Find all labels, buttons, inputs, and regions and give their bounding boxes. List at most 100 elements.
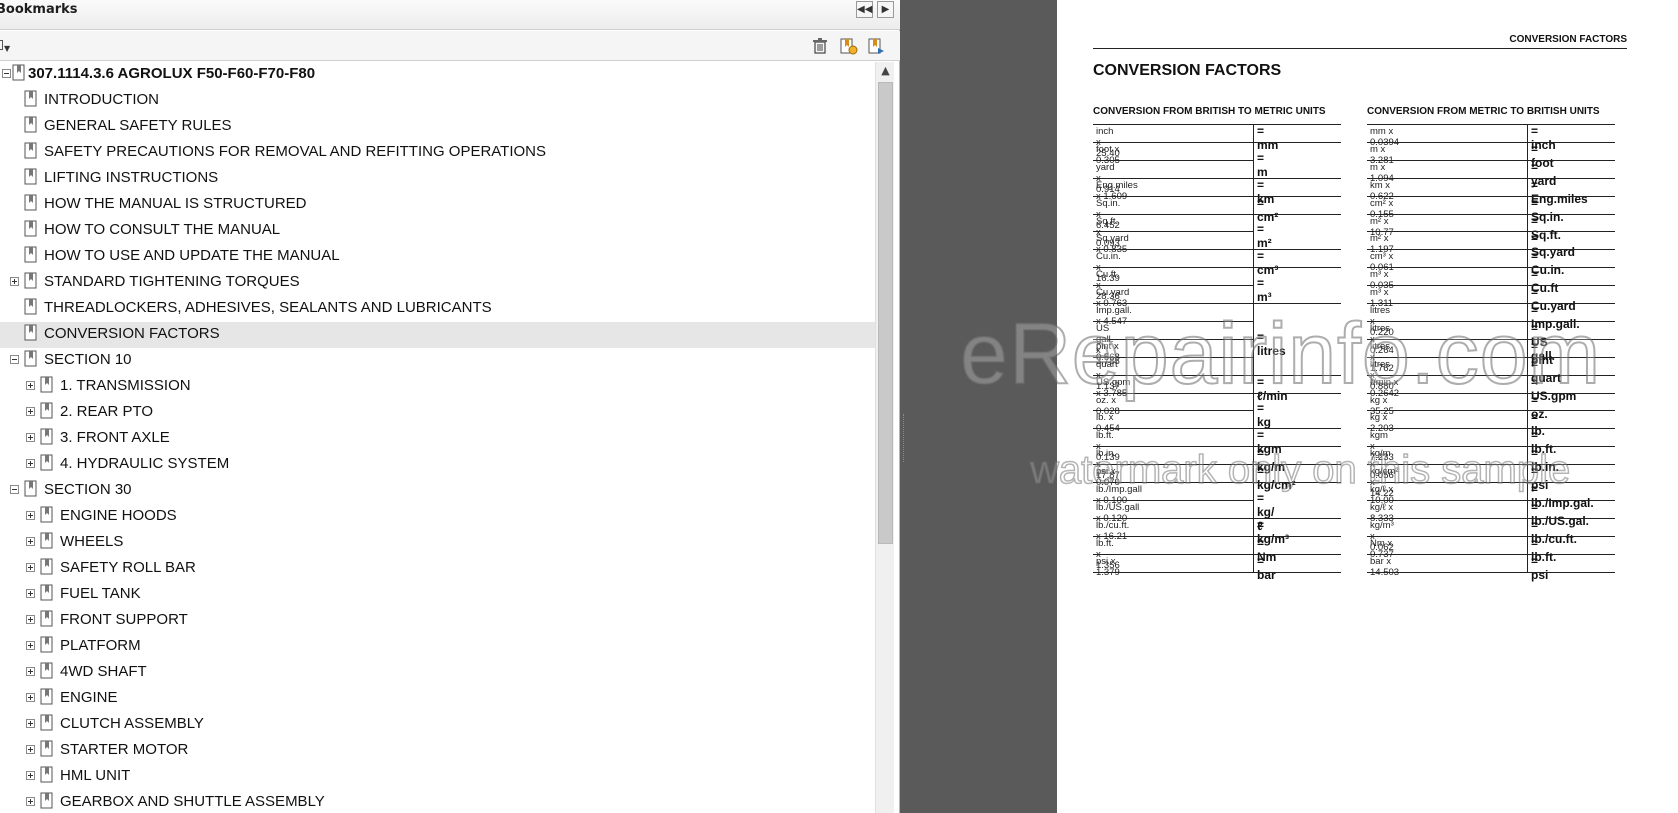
row-rule bbox=[1367, 285, 1527, 287]
bookmark-label: THREADLOCKERS, ADHESIVES, SEALANTS AND L… bbox=[44, 299, 492, 316]
result-unit-cell: = cm² bbox=[1257, 195, 1279, 224]
bookmark-row[interactable]: CLUTCH ASSEMBLY bbox=[0, 712, 875, 738]
bookmark-label: GENERAL SAFETY RULES bbox=[44, 117, 232, 134]
bookmark-row[interactable]: WHEELS bbox=[0, 530, 875, 556]
bookmark-row[interactable]: INTRODUCTION bbox=[0, 88, 875, 114]
expand-plus-icon[interactable] bbox=[10, 277, 19, 286]
result-rule bbox=[1527, 571, 1615, 573]
bookmark-icon bbox=[24, 480, 38, 498]
row-rule bbox=[1367, 499, 1527, 501]
row-rule bbox=[1093, 553, 1253, 555]
row-rule bbox=[1093, 499, 1253, 501]
bookmark-row[interactable]: GENERAL SAFETY RULES bbox=[0, 114, 875, 140]
bookmark-row[interactable]: SECTION 30 bbox=[0, 478, 875, 504]
bookmark-row[interactable]: GEARBOX AND SHUTTLE ASSEMBLY bbox=[0, 790, 875, 813]
expand-plus-icon[interactable] bbox=[26, 407, 35, 416]
expand-plus-icon[interactable] bbox=[26, 797, 35, 806]
bookmark-label: ENGINE HOODS bbox=[60, 507, 177, 524]
bookmark-row[interactable]: ENGINE HOODS bbox=[0, 504, 875, 530]
bookmark-row[interactable]: 2. REAR PTO bbox=[0, 400, 875, 426]
expand-plus-icon[interactable] bbox=[26, 381, 35, 390]
bookmark-icon bbox=[40, 740, 54, 758]
row-rule bbox=[1093, 267, 1253, 269]
expand-plus-icon[interactable] bbox=[26, 667, 35, 676]
bookmark-icon bbox=[24, 90, 38, 108]
collapse-minus-icon[interactable] bbox=[10, 355, 19, 364]
bookmark-row[interactable]: HOW TO CONSULT THE MANUAL bbox=[0, 218, 875, 244]
expand-plus-icon[interactable] bbox=[26, 433, 35, 442]
collapse-minus-icon[interactable] bbox=[2, 69, 11, 78]
bookmark-row[interactable]: 4WD SHAFT bbox=[0, 660, 875, 686]
row-rule bbox=[1367, 159, 1527, 161]
trash-icon[interactable] bbox=[810, 36, 830, 56]
result-rule bbox=[1253, 141, 1341, 143]
row-rule bbox=[1367, 517, 1527, 519]
bookmark-row[interactable]: FUEL TANK bbox=[0, 582, 875, 608]
expand-plus-icon[interactable] bbox=[26, 615, 35, 624]
splitter-grip[interactable] bbox=[903, 414, 905, 462]
bookmark-icon bbox=[40, 662, 54, 680]
bookmark-row[interactable]: HOW THE MANUAL IS STRUCTURED bbox=[0, 192, 875, 218]
row-rule bbox=[1093, 410, 1253, 412]
row-rule bbox=[1367, 428, 1527, 430]
row-rule bbox=[1367, 213, 1527, 215]
bookmarks-panel: Bookmarks ◀◀ ▶ ▼ 307.1114.3.6 AGROLUX F5… bbox=[0, 0, 900, 813]
bookmark-icon bbox=[12, 64, 26, 82]
bookmark-row[interactable]: HOW TO USE AND UPDATE THE MANUAL bbox=[0, 244, 875, 270]
watermark-subtext: watermark only on this sample bbox=[1029, 447, 1571, 493]
watermark-text: eRepairinfo.com bbox=[959, 305, 1602, 403]
expand-bookmark-icon[interactable] bbox=[866, 36, 886, 56]
bookmark-row[interactable]: STANDARD TIGHTENING TORQUES bbox=[0, 270, 875, 296]
bookmark-label: SECTION 10 bbox=[44, 351, 132, 368]
scrollbar-thumb[interactable] bbox=[878, 82, 893, 544]
bookmark-icon bbox=[24, 168, 38, 186]
expand-plus-icon[interactable] bbox=[26, 563, 35, 572]
bookmark-label: HOW THE MANUAL IS STRUCTURED bbox=[44, 195, 307, 212]
new-bookmark-icon[interactable] bbox=[838, 36, 858, 56]
bookmark-row[interactable]: LIFTING INSTRUCTIONS bbox=[0, 166, 875, 192]
bookmark-label: FRONT SUPPORT bbox=[60, 611, 188, 628]
row-rule bbox=[1093, 535, 1253, 537]
scroll-up-arrow-icon[interactable]: ▲ bbox=[876, 62, 895, 80]
bookmark-row[interactable]: 307.1114.3.6 AGROLUX F50-F60-F70-F80 bbox=[0, 62, 875, 88]
expand-plus-icon[interactable] bbox=[26, 745, 35, 754]
expand-plus-icon[interactable] bbox=[26, 511, 35, 520]
bookmark-row[interactable]: THREADLOCKERS, ADHESIVES, SEALANTS AND L… bbox=[0, 296, 875, 322]
bookmark-row[interactable]: SAFETY PRECAUTIONS FOR REMOVAL AND REFIT… bbox=[0, 140, 875, 166]
bookmarks-scrollbar[interactable]: ▲ bbox=[875, 62, 894, 813]
row-rule bbox=[1367, 141, 1527, 143]
expand-plus-icon[interactable] bbox=[26, 641, 35, 650]
bookmark-row[interactable]: CONVERSION FACTORS bbox=[0, 322, 875, 348]
row-rule bbox=[1367, 553, 1527, 555]
bookmark-row[interactable]: SAFETY ROLL BAR bbox=[0, 556, 875, 582]
header-rule bbox=[1093, 48, 1627, 49]
bookmark-icon bbox=[40, 792, 54, 810]
bookmark-row[interactable]: HML UNIT bbox=[0, 764, 875, 790]
expand-plus-icon[interactable] bbox=[26, 459, 35, 468]
bookmark-label: FUEL TANK bbox=[60, 585, 141, 602]
conversion-factor-cell: bar x 14.503 bbox=[1370, 555, 1399, 578]
bookmark-row[interactable]: FRONT SUPPORT bbox=[0, 608, 875, 634]
expand-plus-icon[interactable] bbox=[26, 719, 35, 728]
document-page: CONVERSION FACTORS CONVERSION FACTORS CO… bbox=[1057, 0, 1678, 813]
expand-plus-icon[interactable] bbox=[26, 537, 35, 546]
collapse-minus-icon[interactable] bbox=[10, 485, 19, 494]
bookmark-row[interactable]: 1. TRANSMISSION bbox=[0, 374, 875, 400]
bookmark-row[interactable]: STARTER MOTOR bbox=[0, 738, 875, 764]
right-arrow-icon[interactable]: ▶ bbox=[877, 1, 894, 18]
bookmark-icon bbox=[40, 584, 54, 602]
metric-to-british-heading: CONVERSION FROM METRIC TO BRITISH UNITS bbox=[1367, 106, 1600, 117]
expand-plus-icon[interactable] bbox=[26, 771, 35, 780]
expand-plus-icon[interactable] bbox=[26, 693, 35, 702]
row-rule bbox=[1093, 428, 1253, 430]
panel-splitter[interactable] bbox=[900, 0, 908, 813]
bookmark-row[interactable]: PLATFORM bbox=[0, 634, 875, 660]
bookmark-row[interactable]: SECTION 10 bbox=[0, 348, 875, 374]
double-left-arrow-icon[interactable]: ◀◀ bbox=[856, 1, 873, 18]
bookmark-row[interactable]: 4. HYDRAULIC SYSTEM bbox=[0, 452, 875, 478]
options-dropdown-icon[interactable]: ▼ bbox=[0, 37, 14, 55]
bookmark-row[interactable]: 3. FRONT AXLE bbox=[0, 426, 875, 452]
bookmark-row[interactable]: ENGINE bbox=[0, 686, 875, 712]
expand-plus-icon[interactable] bbox=[26, 589, 35, 598]
bookmark-label: 4WD SHAFT bbox=[60, 663, 147, 680]
